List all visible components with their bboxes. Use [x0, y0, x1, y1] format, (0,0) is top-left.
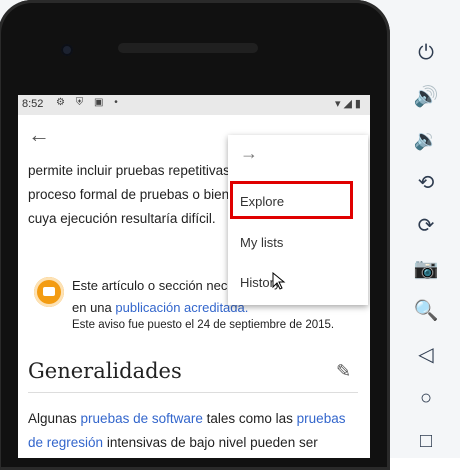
zoom-icon[interactable]: 🔍	[413, 298, 439, 324]
rotate-left-icon[interactable]: ⟲	[413, 170, 439, 196]
notice-book-icon	[34, 277, 64, 307]
back-arrow-icon[interactable]: ←	[28, 123, 52, 147]
home-icon[interactable]: ○	[413, 385, 439, 411]
forward-arrow-icon[interactable]: →	[240, 143, 258, 164]
article-paragraph-2: Algunas pruebas de software tales como l…	[28, 407, 358, 455]
volume-up-icon[interactable]: 🔊	[413, 84, 439, 110]
phone-screen: 8:52 ⚙ ⛨ ▣ • ▾◢▮ ← permite incluir prueb…	[18, 95, 370, 458]
front-camera	[61, 44, 73, 56]
status-time: 8:52	[22, 98, 44, 110]
overview-icon[interactable]: □	[413, 428, 439, 454]
section-divider	[28, 392, 358, 393]
volume-down-icon[interactable]: 🔉	[413, 127, 439, 153]
overflow-menu: → Explore My lists History	[228, 135, 368, 305]
speaker-grill	[118, 43, 258, 53]
p2-text-3: intensivas de bajo nivel pueden ser	[103, 435, 318, 450]
p2-text-1: Algunas	[28, 411, 81, 426]
mouse-cursor-icon	[272, 272, 286, 290]
menu-item-my-lists[interactable]: My lists	[240, 235, 283, 250]
status-right-icons: ▾◢▮	[334, 98, 364, 110]
notice-date: Este aviso fue puesto el 24 de septiembr…	[72, 319, 335, 331]
emulator-side-toolbar: ⏻ 🔊 🔉 ⟲ ⟳ 📷 🔍 ◁ ○ □	[397, 0, 460, 458]
edit-pencil-icon[interactable]: ✎	[336, 361, 356, 381]
explore-highlight-box	[230, 181, 353, 219]
p2-text-2: tales como las	[202, 411, 297, 426]
link-pruebas-software[interactable]: pruebas de software	[81, 411, 203, 426]
section-heading: Generalidades	[28, 359, 182, 383]
camera-icon[interactable]: 📷	[413, 256, 439, 282]
rotate-right-icon[interactable]: ⟳	[413, 213, 439, 239]
power-icon[interactable]: ⏻	[413, 40, 439, 66]
phone-device: 8:52 ⚙ ⛨ ▣ • ▾◢▮ ← permite incluir prueb…	[0, 0, 390, 470]
status-bar: 8:52 ⚙ ⛨ ▣ • ▾◢▮	[18, 95, 370, 115]
emulator-frame: 8:52 ⚙ ⛨ ▣ • ▾◢▮ ← permite incluir prueb…	[0, 0, 460, 470]
back-icon[interactable]: ◁	[413, 342, 439, 368]
status-icons: ⚙ ⛨ ▣ •	[56, 97, 122, 108]
